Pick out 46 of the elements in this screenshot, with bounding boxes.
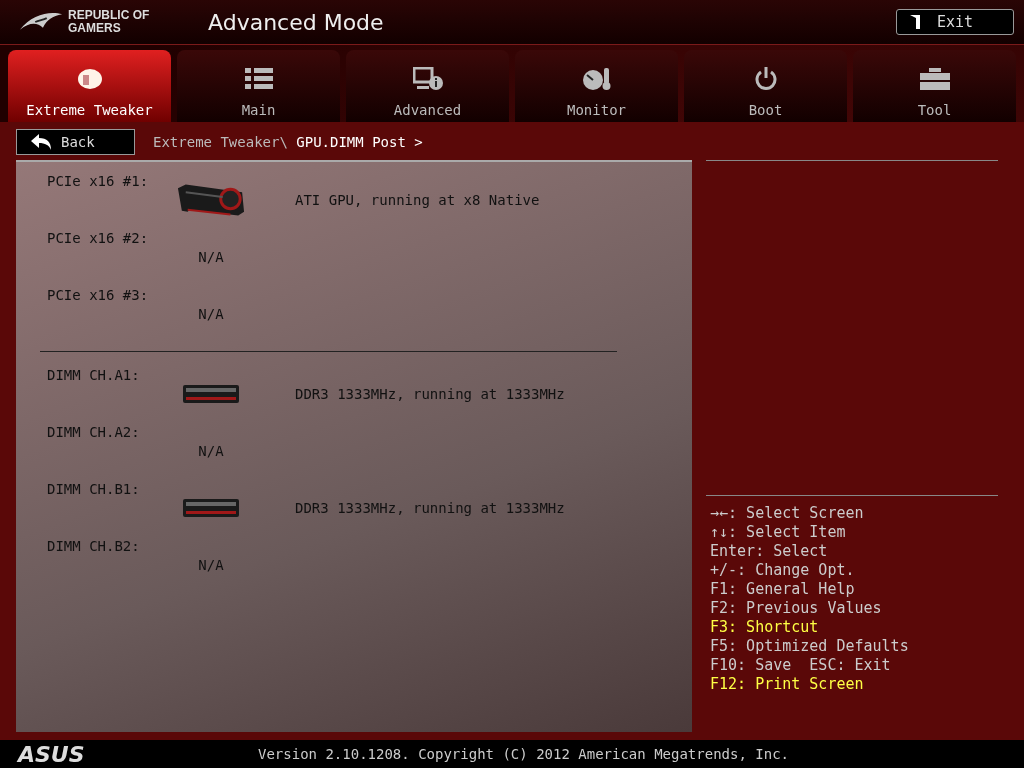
slot-label: PCIe x16 #3: <box>47 286 150 305</box>
slot-value: N/A <box>198 443 224 459</box>
tab[interactable]: Main <box>177 50 340 122</box>
slot-label: DIMM CH.A2: <box>47 423 141 442</box>
key-help-text: F10: Save ESC: Exit <box>709 656 892 675</box>
list-icon <box>244 68 273 90</box>
key-help-text: F3: Shortcut <box>709 618 820 637</box>
monitor-info-icon <box>412 67 443 91</box>
key-help-text: ↑↓: Select Item <box>709 523 847 542</box>
slot-value: N/A <box>198 306 224 322</box>
exit-button[interactable]: Exit <box>896 9 1014 35</box>
tab[interactable]: Boot <box>684 50 847 122</box>
memory-module-icon <box>182 383 240 405</box>
key-help-text: →←: Select Screen <box>709 504 865 523</box>
key-help-text: F5: Optimized Defaults <box>709 637 910 656</box>
slot-value: N/A <box>198 557 224 573</box>
slot-value: DDR3 1333MHz, running at 1333MHz <box>295 500 565 516</box>
back-button[interactable]: Back <box>16 129 135 155</box>
graphics-card-icon <box>176 182 246 218</box>
slot-label: DIMM CH.A1: <box>47 366 141 385</box>
tab[interactable]: Monitor <box>515 50 678 122</box>
slot-value: DDR3 1333MHz, running at 1333MHz <box>295 386 565 402</box>
slot-label: DIMM CH.B1: <box>47 480 141 499</box>
asus-logo: ASUS <box>18 741 86 767</box>
power-icon <box>753 67 778 91</box>
key-help-text: F1: General Help <box>709 580 856 599</box>
key-help-text: Enter: Select <box>709 542 829 561</box>
key-help-text: F12: Print Screen <box>709 675 865 694</box>
window-title: Advanced Mode <box>208 9 385 35</box>
breadcrumb: Extreme Tweaker\ GPU.DIMM Post > <box>153 134 423 150</box>
slot-label: PCIe x16 #2: <box>47 229 150 248</box>
slot-label: DIMM CH.B2: <box>47 537 141 556</box>
slot-value: N/A <box>198 249 224 265</box>
toolbox-icon <box>919 68 950 90</box>
back-arrow-icon <box>31 134 51 150</box>
memory-module-icon <box>182 497 240 519</box>
tab[interactable]: Advanced <box>346 50 509 122</box>
gauge-thermometer-icon <box>581 67 612 91</box>
tab[interactable]: Extreme Tweaker <box>8 50 171 122</box>
tab[interactable]: Tool <box>853 50 1016 122</box>
key-help-text: +/-: Change Opt. <box>709 561 856 580</box>
brand-logo: REPUBLIC OF GAMERS <box>68 9 150 35</box>
slot-label: PCIe x16 #1: <box>47 172 150 191</box>
slot-value: ATI GPU, running at x8 Native <box>295 192 540 208</box>
version-text: Version 2.10.1208. Copyright (C) 2012 American Megatrends, Inc. <box>258 746 789 762</box>
key-help-text: F2: Previous Values <box>709 599 883 618</box>
